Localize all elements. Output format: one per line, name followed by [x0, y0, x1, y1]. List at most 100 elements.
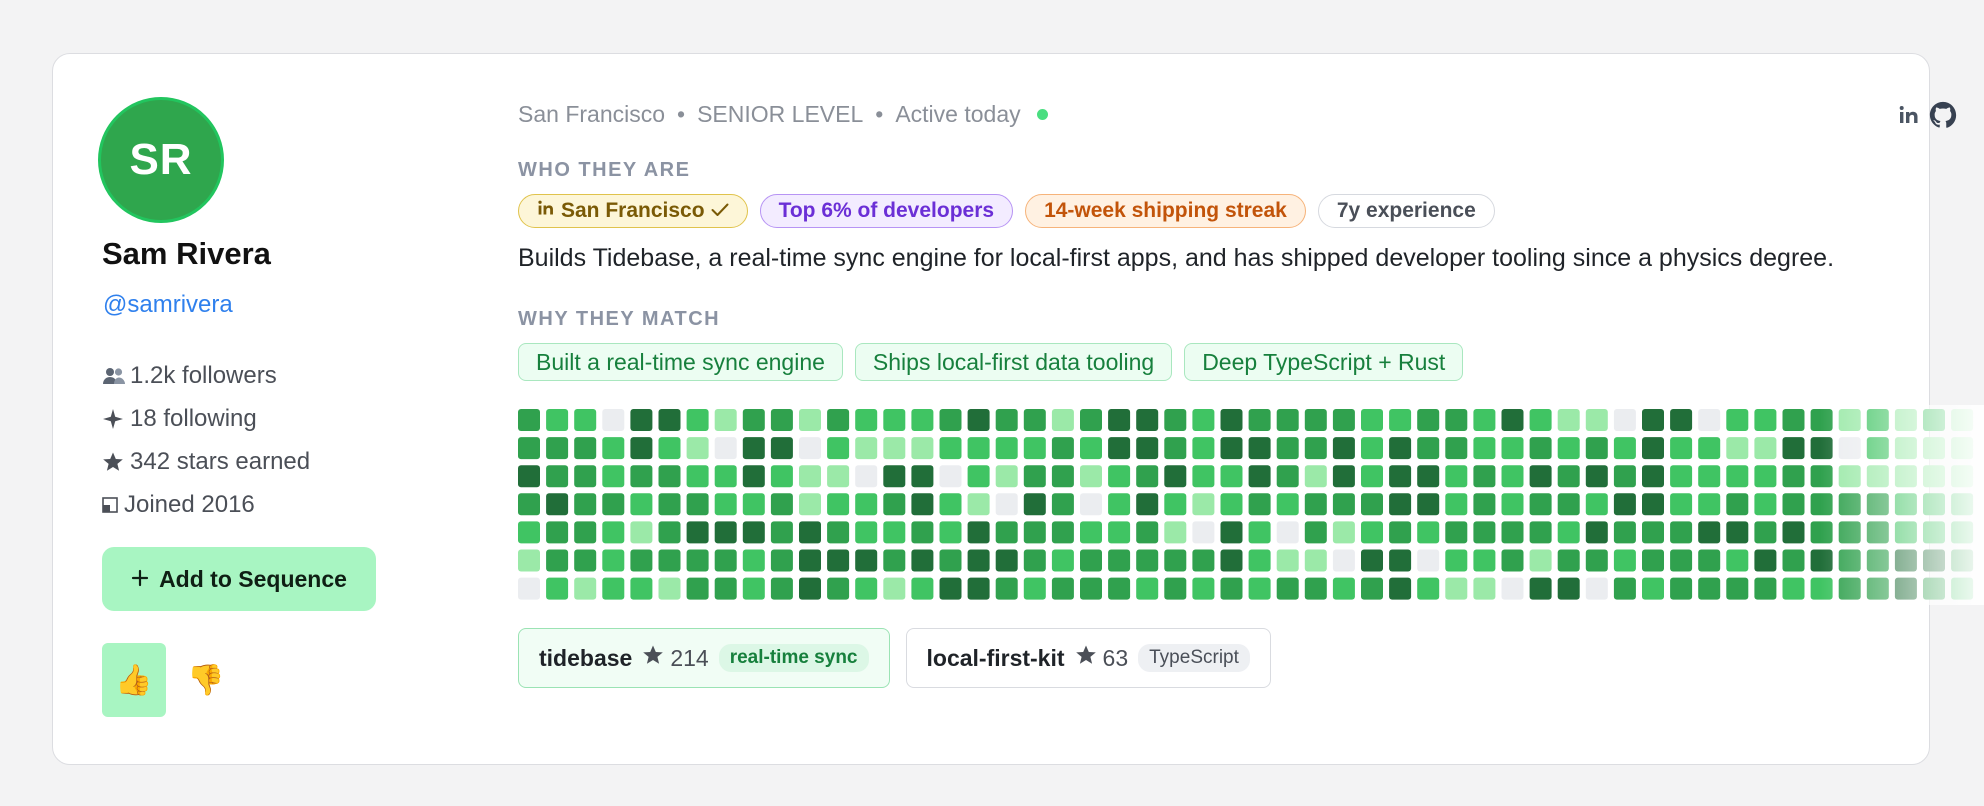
contribution-cell — [1473, 493, 1496, 516]
contribution-cell — [1838, 577, 1861, 600]
profile-handle-link[interactable]: @samrivera — [103, 291, 233, 319]
contribution-cell — [1894, 409, 1917, 431]
contribution-cell — [1613, 577, 1636, 600]
contribution-cell — [1164, 521, 1187, 544]
contribution-cell — [1361, 437, 1383, 460]
thumbs-up-button[interactable]: 👍 — [102, 643, 166, 717]
contribution-cell — [714, 409, 737, 431]
contribution-cell — [1051, 409, 1074, 431]
contribution-cell — [1136, 577, 1159, 600]
contribution-cell — [742, 437, 765, 460]
contribution-cell — [1501, 549, 1524, 572]
contribution-cell — [1332, 493, 1355, 516]
contribution-cell — [1810, 549, 1833, 572]
contribution-cell — [1923, 409, 1945, 431]
online-status-dot — [1036, 109, 1048, 120]
contribution-cell — [939, 549, 962, 572]
github-icon[interactable] — [1928, 100, 1958, 135]
contribution-cell — [1754, 521, 1777, 544]
contribution-cell — [1361, 577, 1383, 600]
contribution-cell — [602, 577, 625, 600]
contribution-cell — [1642, 549, 1664, 572]
contribution-cell — [1726, 409, 1749, 431]
contribution-cell — [1080, 577, 1102, 600]
profile-stats: 1.2k followers 18 following 342 stars ea… — [102, 354, 310, 526]
contribution-cell — [967, 437, 990, 460]
contribution-cell — [827, 521, 850, 544]
contribution-cell — [827, 437, 850, 460]
meta-activity: Active today — [895, 101, 1021, 127]
contribution-cell — [1023, 577, 1046, 600]
contribution-cell — [546, 549, 569, 572]
contribution-cell — [1557, 465, 1580, 488]
contribution-cell — [1726, 577, 1749, 600]
contribution-cell — [967, 465, 990, 488]
contribution-cell — [1670, 437, 1693, 460]
contribution-cell — [1051, 521, 1074, 544]
contribution-cell — [1276, 493, 1299, 516]
contribution-cell — [1866, 549, 1889, 572]
contribution-cell — [1473, 577, 1496, 600]
repo-badge: real-time sync — [718, 644, 869, 672]
contribution-cell — [827, 577, 850, 600]
who-tags: San Francisco Top 6% of developers 14-we… — [518, 194, 1495, 228]
contribution-cell — [1894, 521, 1917, 544]
contribution-cell — [995, 493, 1018, 516]
contribution-cell — [1557, 409, 1580, 431]
contribution-cell — [1529, 577, 1552, 600]
contribution-cell — [1192, 549, 1215, 572]
contribution-cell — [1192, 465, 1215, 488]
contribution-cell — [1389, 521, 1412, 544]
contribution-cell — [1164, 549, 1187, 572]
contribution-cell — [1136, 493, 1159, 516]
contribution-cell — [799, 549, 821, 572]
contribution-cell — [1951, 409, 1974, 431]
contribution-cell — [1276, 521, 1299, 544]
contribution-cell — [1136, 521, 1159, 544]
repo-card-local-first-kit[interactable]: local-first-kit 63 TypeScript — [905, 628, 1271, 688]
contribution-cell — [574, 493, 597, 516]
thumbs-down-button[interactable]: 👎 — [184, 655, 228, 705]
contribution-cell — [1361, 409, 1383, 431]
contribution-cell — [1108, 577, 1131, 600]
plus-icon — [131, 566, 149, 593]
contribution-cell — [1445, 521, 1468, 544]
linkedin-icon[interactable] — [1898, 104, 1920, 131]
contribution-cell — [714, 577, 737, 600]
contribution-cell — [1108, 409, 1131, 431]
contribution-cell — [574, 409, 597, 431]
candidate-name: Sam Rivera — [102, 236, 271, 271]
streak-tag-label: 14-week shipping streak — [1044, 199, 1287, 222]
stat-followers: 1.2k followers — [102, 354, 310, 397]
contribution-cell — [1838, 521, 1861, 544]
contribution-cell — [1613, 409, 1636, 431]
contribution-cell — [686, 549, 709, 572]
contribution-cell — [1642, 437, 1664, 460]
contribution-cell — [770, 437, 793, 460]
contribution-cell — [658, 577, 681, 600]
social-links — [1898, 100, 1958, 135]
contribution-cell — [1698, 409, 1721, 431]
contribution-cell — [1810, 465, 1833, 488]
contribution-cell — [630, 437, 653, 460]
contribution-cell — [1389, 437, 1412, 460]
contribution-cell — [1557, 437, 1580, 460]
contribution-cell — [686, 577, 709, 600]
contribution-cell — [1698, 549, 1721, 572]
contribution-cell — [1276, 409, 1299, 431]
contribution-cell — [1051, 549, 1074, 572]
contribution-cell — [602, 521, 625, 544]
contribution-cell — [1951, 465, 1974, 488]
contribution-cell — [883, 549, 906, 572]
contribution-cell — [1585, 409, 1608, 431]
contribution-cell — [1051, 437, 1074, 460]
contribution-cell — [1445, 409, 1468, 431]
contribution-cell — [1304, 493, 1327, 516]
contribution-cell — [911, 465, 934, 488]
contribution-cell — [1417, 465, 1440, 488]
contribution-cell — [742, 577, 765, 600]
add-to-sequence-label: Add to Sequence — [159, 565, 347, 592]
repo-card-tidebase[interactable]: tidebase 214 real-time sync — [518, 628, 890, 688]
add-to-sequence-button[interactable]: Add to Sequence — [102, 547, 376, 611]
contribution-cell — [1754, 409, 1777, 431]
